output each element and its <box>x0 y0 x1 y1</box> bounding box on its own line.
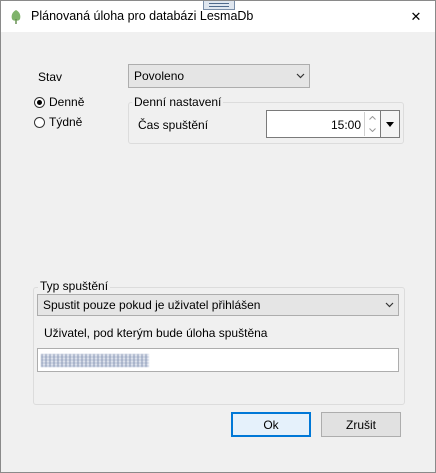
app-leaf-icon <box>9 9 23 25</box>
start-time-label: Čas spuštění <box>138 118 209 132</box>
run-type-title: Typ spuštění <box>38 279 111 293</box>
daily-settings-title: Denní nastavení <box>132 95 224 109</box>
time-spinner[interactable] <box>364 112 380 136</box>
radio-weekly-label: Týdně <box>49 115 83 129</box>
status-select-value: Povoleno <box>134 69 185 83</box>
status-select[interactable]: Povoleno <box>128 64 310 88</box>
start-time-picker[interactable]: 15:00 <box>266 110 400 138</box>
window-title: Plánovaná úloha pro databázi LesmaDb <box>31 9 254 23</box>
cancel-button[interactable]: Zrušit <box>321 412 401 437</box>
radio-daily-indicator <box>34 96 45 108</box>
run-type-select-value: Spustit pouze pokud je uživatel přihláše… <box>43 298 261 312</box>
dropdown-arrow-icon <box>386 121 394 127</box>
ok-button[interactable]: Ok <box>231 412 311 437</box>
redacted-user-value <box>41 354 149 367</box>
dialog-window: Plánovaná úloha pro databázi LesmaDb ✕ S… <box>0 0 436 473</box>
chevron-down-icon <box>291 65 309 87</box>
close-icon: ✕ <box>410 8 422 24</box>
chevron-down-icon <box>380 295 398 315</box>
radio-daily[interactable]: Denně <box>34 95 84 109</box>
user-field[interactable] <box>37 348 399 372</box>
run-type-select[interactable]: Spustit pouze pokud je uživatel přihláše… <box>37 294 399 316</box>
user-label: Uživatel, pod kterým bude úloha spuštěna <box>44 326 268 340</box>
radio-weekly-indicator <box>34 116 45 128</box>
ok-button-label: Ok <box>263 417 279 432</box>
close-button[interactable]: ✕ <box>397 1 435 32</box>
cancel-button-label: Zrušit <box>346 417 376 432</box>
status-label: Stav <box>38 70 63 84</box>
spin-down-icon[interactable] <box>365 124 380 136</box>
time-dropdown-button[interactable] <box>380 111 399 137</box>
drag-grip-handle[interactable] <box>203 1 235 10</box>
start-time-value: 15:00 <box>330 118 361 132</box>
radio-daily-label: Denně <box>49 95 85 109</box>
spin-up-icon[interactable] <box>365 112 380 124</box>
radio-weekly[interactable]: Týdně <box>34 115 82 129</box>
